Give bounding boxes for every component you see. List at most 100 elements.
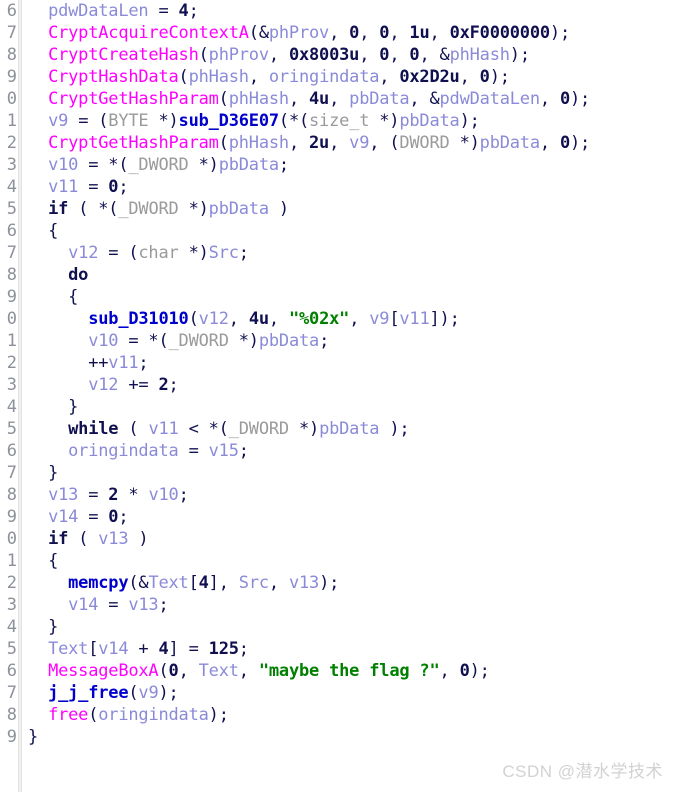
code-line[interactable]: v10 = *(_DWORD *)pbData;	[28, 154, 677, 176]
token-var[interactable]: v10	[48, 155, 78, 175]
token-var[interactable]: phHash	[229, 133, 289, 153]
token-var[interactable]: pbData	[319, 419, 379, 439]
token-sub[interactable]: memcpy	[68, 573, 128, 593]
token-var[interactable]: Text	[199, 661, 239, 681]
code-line[interactable]: v12 += 2;	[28, 374, 677, 396]
token-var[interactable]: phHash	[229, 89, 289, 109]
code-line[interactable]: j_j_free(v9);	[28, 682, 677, 704]
code-line[interactable]: v13 = 2 * v10;	[28, 484, 677, 506]
token-var[interactable]: v12	[68, 243, 98, 263]
token-sub[interactable]: j_j_free	[48, 683, 128, 703]
code-line[interactable]: sub_D31010(v12, 4u, "%02x", v9[v11]);	[28, 308, 677, 330]
token-var[interactable]: Src	[239, 573, 269, 593]
token-var[interactable]: v9	[349, 133, 369, 153]
code-line[interactable]: oringindata = v15;	[28, 440, 677, 462]
token-var[interactable]: v14	[98, 639, 128, 659]
token-var[interactable]: Text	[48, 639, 88, 659]
code-line[interactable]: v14 = 0;	[28, 506, 677, 528]
token-api[interactable]: MessageBoxA	[48, 661, 159, 681]
line-number: 0	[6, 89, 17, 109]
token-var[interactable]: v14	[68, 595, 98, 615]
token-var[interactable]: phProv	[269, 23, 329, 43]
token-var[interactable]: v10	[88, 331, 118, 351]
code-line[interactable]: Text[v14 + 4] = 125;	[28, 638, 677, 660]
code-line[interactable]: }	[28, 726, 677, 748]
code-line[interactable]: if ( *(_DWORD *)pbData )	[28, 198, 677, 220]
token-var[interactable]: v13	[98, 529, 128, 549]
code-line[interactable]: free(oringindata);	[28, 704, 677, 726]
code-line[interactable]: {	[28, 550, 677, 572]
token-var[interactable]: v9	[138, 683, 158, 703]
token-plain: = *(	[78, 155, 129, 175]
code-line[interactable]: CryptGetHashParam(phHash, 2u, v9, (DWORD…	[28, 132, 677, 154]
code-line[interactable]: CryptHashData(phHash, oringindata, 0x2D2…	[28, 66, 677, 88]
code-pane[interactable]: pdwDataLen = 4; CryptAcquireContextA(&ph…	[22, 0, 677, 792]
token-var[interactable]: phHash	[450, 45, 510, 65]
token-var[interactable]: v9	[48, 111, 68, 131]
code-line[interactable]: }	[28, 616, 677, 638]
token-sub[interactable]: sub_D36E07	[179, 111, 280, 131]
token-api[interactable]: CryptCreateHash	[48, 45, 199, 65]
token-var[interactable]: v13	[128, 595, 158, 615]
code-line[interactable]: CryptCreateHash(phProv, 0x8003u, 0, 0, &…	[28, 44, 677, 66]
token-var[interactable]: v11	[48, 177, 78, 197]
token-var[interactable]: pbData	[480, 133, 540, 153]
token-var[interactable]: Text	[148, 573, 188, 593]
line-number: 2	[6, 573, 17, 593]
token-plain: ;	[118, 177, 129, 197]
code-line[interactable]: if ( v13 )	[28, 528, 677, 550]
token-var[interactable]: pbData	[399, 111, 459, 131]
token-var[interactable]: v12	[88, 375, 118, 395]
token-var[interactable]: pdwDataLen	[440, 89, 541, 109]
code-line[interactable]: pdwDataLen = 4;	[28, 0, 677, 22]
code-line[interactable]: CryptGetHashParam(phHash, 4u, pbData, &p…	[28, 88, 677, 110]
code-line[interactable]: while ( v11 < *(_DWORD *)pbData );	[28, 418, 677, 440]
code-line[interactable]: {	[28, 286, 677, 308]
code-line[interactable]: v10 = *(_DWORD *)pbData;	[28, 330, 677, 352]
code-line[interactable]: ++v11;	[28, 352, 677, 374]
code-line[interactable]: v11 = 0;	[28, 176, 677, 198]
token-var[interactable]: v13	[289, 573, 319, 593]
token-num: 0	[559, 89, 570, 109]
code-line[interactable]: MessageBoxA(0, Text, "maybe the flag ?",…	[28, 660, 677, 682]
token-api[interactable]: CryptGetHashParam	[48, 133, 219, 153]
token-api[interactable]: CryptHashData	[48, 67, 179, 87]
token-var[interactable]: v15	[209, 441, 239, 461]
code-line[interactable]: }	[28, 396, 677, 418]
token-plain: );	[208, 705, 229, 725]
token-var[interactable]: pbData	[349, 89, 409, 109]
token-var[interactable]: pbData	[219, 155, 279, 175]
token-sub[interactable]: sub_D31010	[88, 309, 189, 329]
token-num: 4u	[248, 309, 269, 329]
token-api[interactable]: CryptAcquireContextA	[48, 23, 249, 43]
token-var[interactable]: oringindata	[98, 705, 209, 725]
token-var[interactable]: v11	[399, 309, 429, 329]
code-line[interactable]: do	[28, 264, 677, 286]
token-var[interactable]: pbData	[209, 199, 269, 219]
code-line[interactable]: v14 = v13;	[28, 594, 677, 616]
token-var[interactable]: phProv	[209, 45, 269, 65]
code-line[interactable]: v12 = (char *)Src;	[28, 242, 677, 264]
code-line[interactable]: v9 = (BYTE *)sub_D36E07(*(size_t *)pbDat…	[28, 110, 677, 132]
token-var[interactable]: v14	[48, 507, 78, 527]
token-api[interactable]: free	[48, 705, 88, 725]
token-var[interactable]: v12	[199, 309, 229, 329]
token-api[interactable]: CryptGetHashParam	[48, 89, 219, 109]
code-line[interactable]: CryptAcquireContextA(&phProv, 0, 0, 1u, …	[28, 22, 677, 44]
code-line[interactable]: {	[28, 220, 677, 242]
token-var[interactable]: pdwDataLen	[48, 1, 149, 21]
token-var[interactable]: oringindata	[68, 441, 179, 461]
token-var[interactable]: oringindata	[269, 67, 380, 87]
token-var[interactable]: v11	[108, 353, 138, 373]
token-var[interactable]: v9	[369, 309, 389, 329]
token-var[interactable]: v11	[148, 419, 178, 439]
token-var[interactable]: pbData	[259, 331, 319, 351]
token-var[interactable]: Src	[209, 243, 239, 263]
code-line[interactable]: }	[28, 462, 677, 484]
token-var[interactable]: v10	[148, 485, 178, 505]
token-var[interactable]: v13	[48, 485, 78, 505]
code-line[interactable]: memcpy(&Text[4], Src, v13);	[28, 572, 677, 594]
token-var[interactable]: phHash	[189, 67, 249, 87]
